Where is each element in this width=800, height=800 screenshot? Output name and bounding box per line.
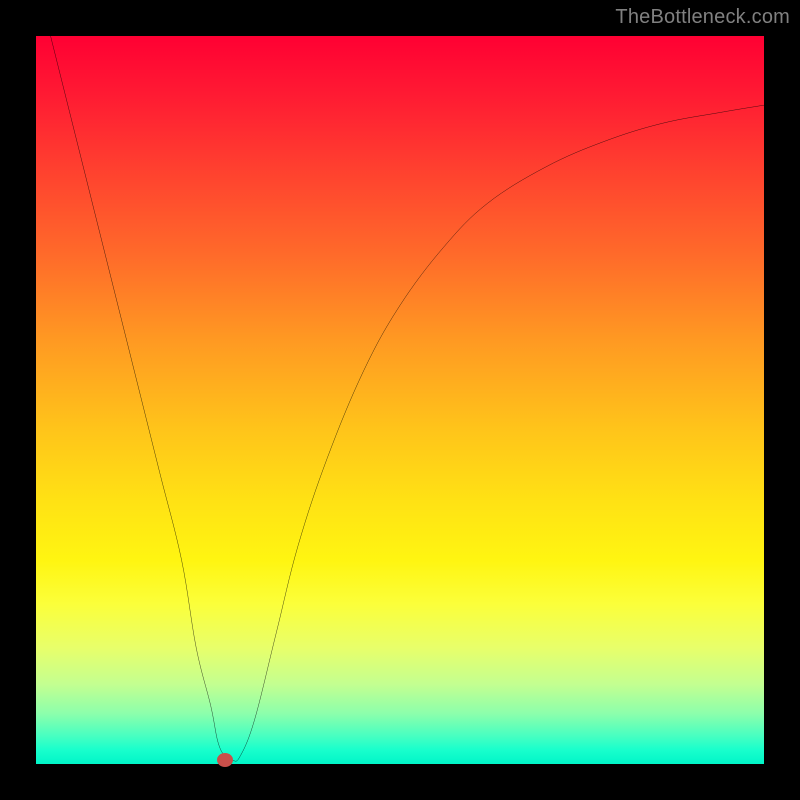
plot-area	[36, 36, 764, 764]
chart-frame: TheBottleneck.com	[0, 0, 800, 800]
minimum-marker	[217, 753, 233, 767]
bottleneck-curve	[36, 36, 764, 764]
watermark-text: TheBottleneck.com	[615, 6, 790, 29]
